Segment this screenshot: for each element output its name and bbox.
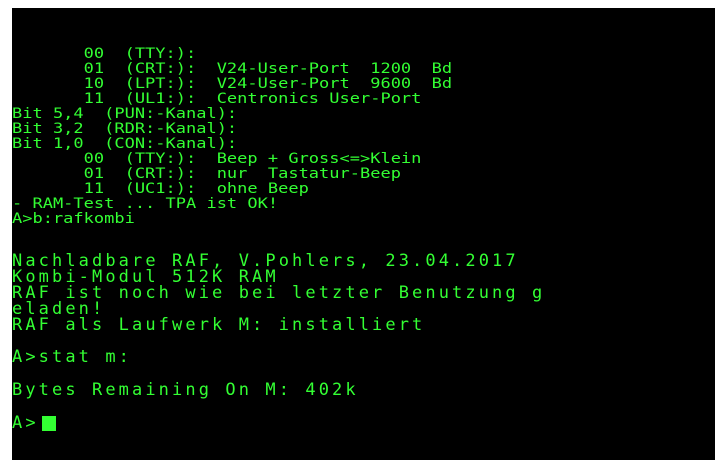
terminal-line: 00 (TTY:): bbox=[12, 45, 197, 63]
terminal-line: Bit 5,4 (PUN:-Kanal): bbox=[12, 105, 238, 123]
terminal-line: RAF als Laufwerk M: installiert bbox=[12, 315, 426, 335]
text-cursor bbox=[42, 416, 56, 431]
output-line: Bytes Remaining On M: 402k bbox=[12, 380, 359, 400]
terminal-line: 10 (LPT:): V24-User-Port 9600 Bd bbox=[12, 75, 453, 93]
terminal-line: 11 (UC1:): ohne Beep bbox=[12, 180, 309, 198]
command-prompt: A> bbox=[12, 413, 39, 433]
terminal-line: A>b:rafkombi bbox=[12, 210, 135, 228]
terminal-line: - RAM-Test ... TPA ist OK! bbox=[12, 195, 279, 213]
terminal-screen[interactable]: 00 (TTY:): 01 (CRT:): V24-User-Port 1200… bbox=[12, 8, 715, 460]
terminal-line: Bit 1,0 (CON:-Kanal): bbox=[12, 135, 238, 153]
terminal-line: 01 (CRT:): nur Tastatur-Beep bbox=[12, 165, 401, 183]
command-line: A>stat m: bbox=[12, 347, 133, 367]
terminal-line: 01 (CRT:): V24-User-Port 1200 Bd bbox=[12, 60, 453, 78]
terminal-line: 11 (UL1:): Centronics User-Port bbox=[12, 90, 422, 108]
terminal-line: Bit 3,2 (RDR:-Kanal): bbox=[12, 120, 238, 138]
terminal-line: 00 (TTY:): Beep + Gross<=>Klein bbox=[12, 150, 422, 168]
